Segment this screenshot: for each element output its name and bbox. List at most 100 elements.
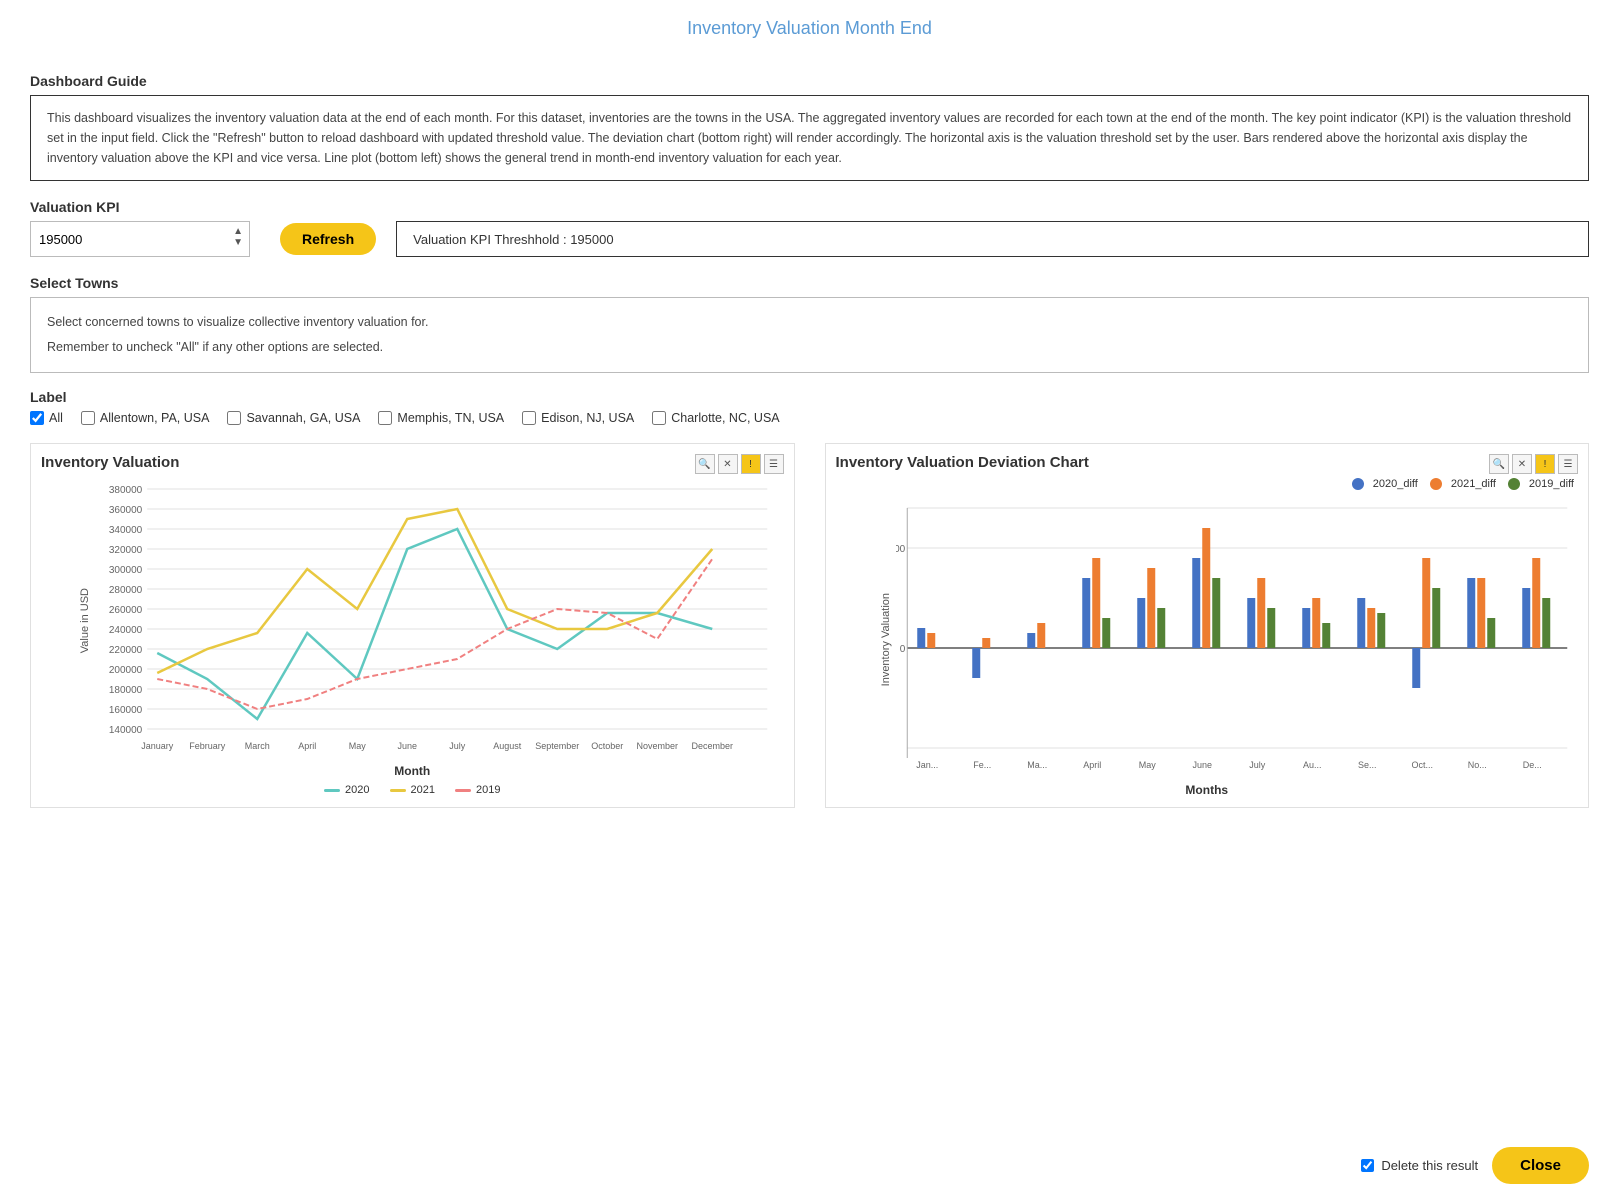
svg-text:July: July	[449, 741, 466, 751]
select-towns-instruction1: Select concerned towns to visualize coll…	[47, 310, 1572, 335]
checkbox-all-label: All	[49, 411, 63, 425]
bar-chart-title: Inventory Valuation Deviation Chart	[836, 454, 1089, 471]
menu-icon[interactable]: ☰	[764, 454, 784, 474]
svg-text:October: October	[591, 741, 623, 751]
checkbox-allentown[interactable]: Allentown, PA, USA	[81, 411, 210, 425]
line-chart-y-axis-label: Value in USD	[79, 588, 91, 653]
svg-text:140000: 140000	[109, 725, 143, 736]
bar-reset-icon[interactable]: ✕	[1512, 454, 1532, 474]
legend-2021-dot	[390, 789, 406, 792]
svg-text:Jan...: Jan...	[916, 760, 938, 770]
svg-text:220000: 220000	[109, 645, 143, 656]
bar-chart-y-axis-label: Inventory Valuation	[880, 593, 892, 686]
checkbox-all-input[interactable]	[30, 411, 44, 425]
svg-text:260000: 260000	[109, 605, 143, 616]
checkbox-charlotte[interactable]: Charlotte, NC, USA	[652, 411, 779, 425]
checkbox-allentown-input[interactable]	[81, 411, 95, 425]
charts-row: Inventory Valuation 🔍 ✕ ! ☰ Value in USD	[30, 443, 1589, 808]
kpi-input[interactable]	[39, 232, 219, 247]
bar-chart-container: Inventory Valuation Deviation Chart 🔍 ✕ …	[825, 443, 1590, 808]
checkbox-memphis-input[interactable]	[378, 411, 392, 425]
select-towns-instruction2: Remember to uncheck "All" if any other o…	[47, 335, 1572, 360]
svg-text:320000: 320000	[109, 545, 143, 556]
svg-text:November: November	[636, 741, 678, 751]
checkbox-savannah-input[interactable]	[227, 411, 241, 425]
select-towns-title: Select Towns	[30, 275, 1589, 291]
bar-menu-icon[interactable]: ☰	[1558, 454, 1578, 474]
kpi-threshold-text: Valuation KPI Threshhold : 195000	[413, 232, 613, 247]
bar-warning-icon[interactable]: !	[1535, 454, 1555, 474]
kpi-spinner[interactable]: ▲ ▼	[233, 226, 243, 248]
checkbox-memphis[interactable]: Memphis, TN, USA	[378, 411, 504, 425]
svg-text:April: April	[298, 741, 316, 751]
checkbox-savannah[interactable]: Savannah, GA, USA	[227, 411, 360, 425]
checkbox-savannah-label: Savannah, GA, USA	[246, 411, 360, 425]
svg-text:280000: 280000	[109, 585, 143, 596]
svg-text:Fe...: Fe...	[973, 760, 991, 770]
svg-text:July: July	[1249, 760, 1266, 770]
bar-chart-legend: 2020_diff 2021_diff 2019_diff	[1352, 478, 1574, 490]
checkbox-allentown-label: Allentown, PA, USA	[100, 411, 210, 425]
reset-icon[interactable]: ✕	[718, 454, 738, 474]
legend-2019-label: 2019	[476, 784, 500, 796]
checkbox-edison[interactable]: Edison, NJ, USA	[522, 411, 634, 425]
kpi-threshold-display: Valuation KPI Threshhold : 195000	[396, 221, 1589, 257]
bar-chart-svg: 100000 0	[896, 498, 1579, 778]
dashboard-guide-title: Dashboard Guide	[30, 73, 1589, 89]
svg-text:February: February	[189, 741, 226, 751]
legend-2020-label: 2020	[345, 784, 369, 796]
line-chart-svg: 380000 360000 340000 320000 300000 28000…	[91, 479, 784, 759]
bar-legend-2020-label: 2020_diff	[1373, 478, 1418, 490]
close-button[interactable]: Close	[1492, 1147, 1589, 1184]
select-towns-box: Select concerned towns to visualize coll…	[30, 297, 1589, 373]
bar-legend-2019-dot	[1508, 478, 1520, 490]
bar-legend-2020-dot	[1352, 478, 1364, 490]
legend-2020-dot	[324, 789, 340, 792]
checkbox-edison-input[interactable]	[522, 411, 536, 425]
svg-text:May: May	[349, 741, 367, 751]
delete-checkbox-row[interactable]: Delete this result	[1361, 1158, 1478, 1173]
page-title: Inventory Valuation Month End	[0, 0, 1619, 49]
bar-legend-2021-label: 2021_diff	[1451, 478, 1496, 490]
line-chart-toolbar: 🔍 ✕ ! ☰	[695, 454, 784, 474]
bar-legend-2021-dot	[1430, 478, 1442, 490]
svg-text:March: March	[245, 741, 270, 751]
line-chart-container: Inventory Valuation 🔍 ✕ ! ☰ Value in USD	[30, 443, 795, 808]
svg-text:100000: 100000	[896, 544, 906, 555]
svg-text:No...: No...	[1467, 760, 1486, 770]
svg-text:0: 0	[899, 644, 905, 655]
svg-text:May: May	[1138, 760, 1156, 770]
svg-text:180000: 180000	[109, 685, 143, 696]
kpi-input-wrapper: ▲ ▼	[30, 221, 250, 257]
checkbox-edison-label: Edison, NJ, USA	[541, 411, 634, 425]
checkbox-all[interactable]: All	[30, 411, 63, 425]
line-chart-title: Inventory Valuation	[41, 454, 784, 471]
bar-chart-x-axis-label: Months	[836, 783, 1579, 797]
svg-text:Oct...: Oct...	[1411, 760, 1433, 770]
delete-checkbox[interactable]	[1361, 1159, 1374, 1172]
svg-text:January: January	[141, 741, 174, 751]
svg-text:160000: 160000	[109, 705, 143, 716]
checkbox-charlotte-label: Charlotte, NC, USA	[671, 411, 779, 425]
svg-text:240000: 240000	[109, 625, 143, 636]
legend-2019-dot	[455, 789, 471, 792]
svg-text:380000: 380000	[109, 485, 143, 496]
svg-text:June: June	[1192, 760, 1212, 770]
bar-legend-2019-label: 2019_diff	[1529, 478, 1574, 490]
warning-icon[interactable]: !	[741, 454, 761, 474]
svg-text:Se...: Se...	[1357, 760, 1376, 770]
line-chart-x-axis-label: Month	[41, 764, 784, 778]
checkbox-memphis-label: Memphis, TN, USA	[397, 411, 504, 425]
checkbox-charlotte-input[interactable]	[652, 411, 666, 425]
refresh-button[interactable]: Refresh	[280, 223, 376, 255]
zoom-icon[interactable]: 🔍	[695, 454, 715, 474]
svg-text:200000: 200000	[109, 665, 143, 676]
svg-text:300000: 300000	[109, 565, 143, 576]
dashboard-guide-text: This dashboard visualizes the inventory …	[47, 111, 1571, 165]
bar-zoom-icon[interactable]: 🔍	[1489, 454, 1509, 474]
svg-text:340000: 340000	[109, 525, 143, 536]
svg-text:Au...: Au...	[1302, 760, 1321, 770]
svg-text:August: August	[493, 741, 522, 751]
delete-checkbox-label: Delete this result	[1381, 1158, 1478, 1173]
line-chart-legend: 2020 2021 2019	[41, 784, 784, 796]
